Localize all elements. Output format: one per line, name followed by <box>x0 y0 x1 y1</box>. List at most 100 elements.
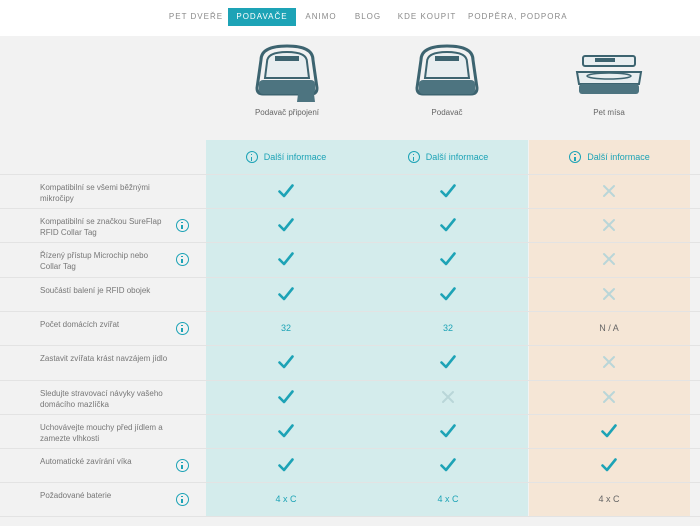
info-icon <box>176 219 189 232</box>
feature-value-no <box>529 217 689 233</box>
row-divider <box>0 208 700 209</box>
check-icon <box>278 390 294 404</box>
row-divider <box>0 345 700 346</box>
info-icon <box>407 151 420 163</box>
feature-label: Sledujte stravovací návyky vašeho domácí… <box>40 389 163 409</box>
feature-label: Řízený přístup Microchip nebo Collar Tag <box>40 251 149 271</box>
feature-value-yes <box>206 389 366 405</box>
feature-value-yes <box>206 354 366 370</box>
connect-feeder-with-cat-icon <box>255 44 319 102</box>
product-feeder[interactable]: Podavač <box>392 42 502 117</box>
nav-item-animo[interactable]: ANIMO <box>300 8 342 26</box>
cross-icon <box>603 391 615 403</box>
check-icon <box>440 218 456 232</box>
feature-value-no <box>529 286 689 302</box>
product-connect-feeder[interactable]: Podavač připojení <box>232 42 342 117</box>
feature-value-text: 4 x C <box>598 494 620 504</box>
feature-value-no <box>529 354 689 370</box>
check-icon <box>278 424 294 438</box>
feature-info-button[interactable] <box>176 253 189 266</box>
row-divider <box>0 311 700 312</box>
more-info-label: Další informace <box>425 152 489 162</box>
feature-value-text: 4 x C <box>437 494 459 504</box>
feature-value-yes <box>529 457 689 473</box>
more-info-label: Další informace <box>587 152 650 162</box>
nav-item-support[interactable]: PODPĚRA, PODPORA <box>468 8 567 26</box>
cross-icon <box>603 288 615 300</box>
check-icon <box>440 424 456 438</box>
feature-value-yes <box>368 183 528 199</box>
feature-value-yes <box>368 251 528 267</box>
top-navigation: PET DVEŘE PODAVAČE ANIMO BLOG KDE KOUPIT… <box>0 0 700 36</box>
cross-icon <box>603 219 615 231</box>
info-icon <box>176 459 189 472</box>
check-icon <box>278 458 294 472</box>
row-divider <box>0 174 700 175</box>
feature-value-yes <box>368 286 528 302</box>
product-name: Pet mísa <box>593 108 625 117</box>
feature-label: Zastavit zvířata krást navzájem jídlo <box>40 354 168 363</box>
feature-value-yes <box>368 217 528 233</box>
feature-value-text: 32 <box>280 323 291 333</box>
row-divider <box>0 242 700 243</box>
row-divider <box>0 448 700 449</box>
product-pet-bowl[interactable]: Pet mísa <box>554 42 664 117</box>
feature-value-yes <box>206 251 366 267</box>
nav-item-pet-doors[interactable]: PET DVEŘE <box>166 8 226 26</box>
check-icon <box>278 252 294 266</box>
check-icon <box>278 287 294 301</box>
nav-item-feeders[interactable]: PODAVAČE <box>228 8 296 26</box>
row-divider <box>0 516 700 517</box>
product-name: Podavač <box>431 108 463 117</box>
feature-value-yes <box>529 423 689 439</box>
info-icon <box>569 151 582 163</box>
cross-icon <box>603 185 615 197</box>
feature-value-no <box>529 183 689 199</box>
more-info-link-pet-bowl[interactable]: Další informace <box>529 144 690 170</box>
feature-info-button[interactable] <box>176 219 189 232</box>
check-icon <box>440 184 456 198</box>
check-icon <box>440 355 456 369</box>
feature-info-button[interactable] <box>176 493 189 506</box>
more-info-link-feeder[interactable]: Další informace <box>368 144 528 170</box>
feature-value-yes <box>368 423 528 439</box>
check-icon <box>601 424 617 438</box>
feature-label: Automatické zavírání víka <box>40 457 132 466</box>
info-icon <box>176 322 189 335</box>
feature-label: Uchovávejte mouchy před jídlem a zamezte… <box>40 423 163 443</box>
check-icon <box>440 287 456 301</box>
check-icon <box>601 458 617 472</box>
check-icon <box>440 252 456 266</box>
feature-info-button[interactable] <box>176 322 189 335</box>
feature-label: Kompatibilní se značkou SureFlap RFID Co… <box>40 217 162 237</box>
nav-item-where-to-buy[interactable]: KDE KOUPIT <box>396 8 458 26</box>
feature-value-text: N / A <box>599 323 619 333</box>
microchip-feeder-icon <box>415 44 479 96</box>
feature-label: Požadované baterie <box>40 491 112 500</box>
feature-value-yes <box>368 457 528 473</box>
info-icon <box>176 253 189 266</box>
feature-value-text: 32 <box>442 323 453 333</box>
feature-value-yes <box>206 183 366 199</box>
feature-value-text: 4 x C <box>275 494 297 504</box>
product-name: Podavač připojení <box>254 108 320 117</box>
info-icon <box>245 151 258 163</box>
row-divider <box>0 277 700 278</box>
check-icon <box>278 184 294 198</box>
pet-bowl-icon <box>575 55 643 94</box>
feature-value-yes <box>206 286 366 302</box>
nav-item-blog[interactable]: BLOG <box>348 8 388 26</box>
row-divider <box>0 482 700 483</box>
feature-value-yes <box>206 423 366 439</box>
check-icon <box>278 355 294 369</box>
more-info-link-connect-feeder[interactable]: Další informace <box>206 144 366 170</box>
cross-icon <box>603 253 615 265</box>
feature-value-yes <box>368 354 528 370</box>
feature-label: Počet domácích zvířat <box>40 320 120 329</box>
feature-label: Kompatibilní se všemi běžnými mikročipy <box>40 183 150 203</box>
feature-value-yes <box>206 457 366 473</box>
feature-info-button[interactable] <box>176 459 189 472</box>
cross-icon <box>442 391 454 403</box>
cross-icon <box>603 356 615 368</box>
feature-value-no <box>368 389 528 405</box>
